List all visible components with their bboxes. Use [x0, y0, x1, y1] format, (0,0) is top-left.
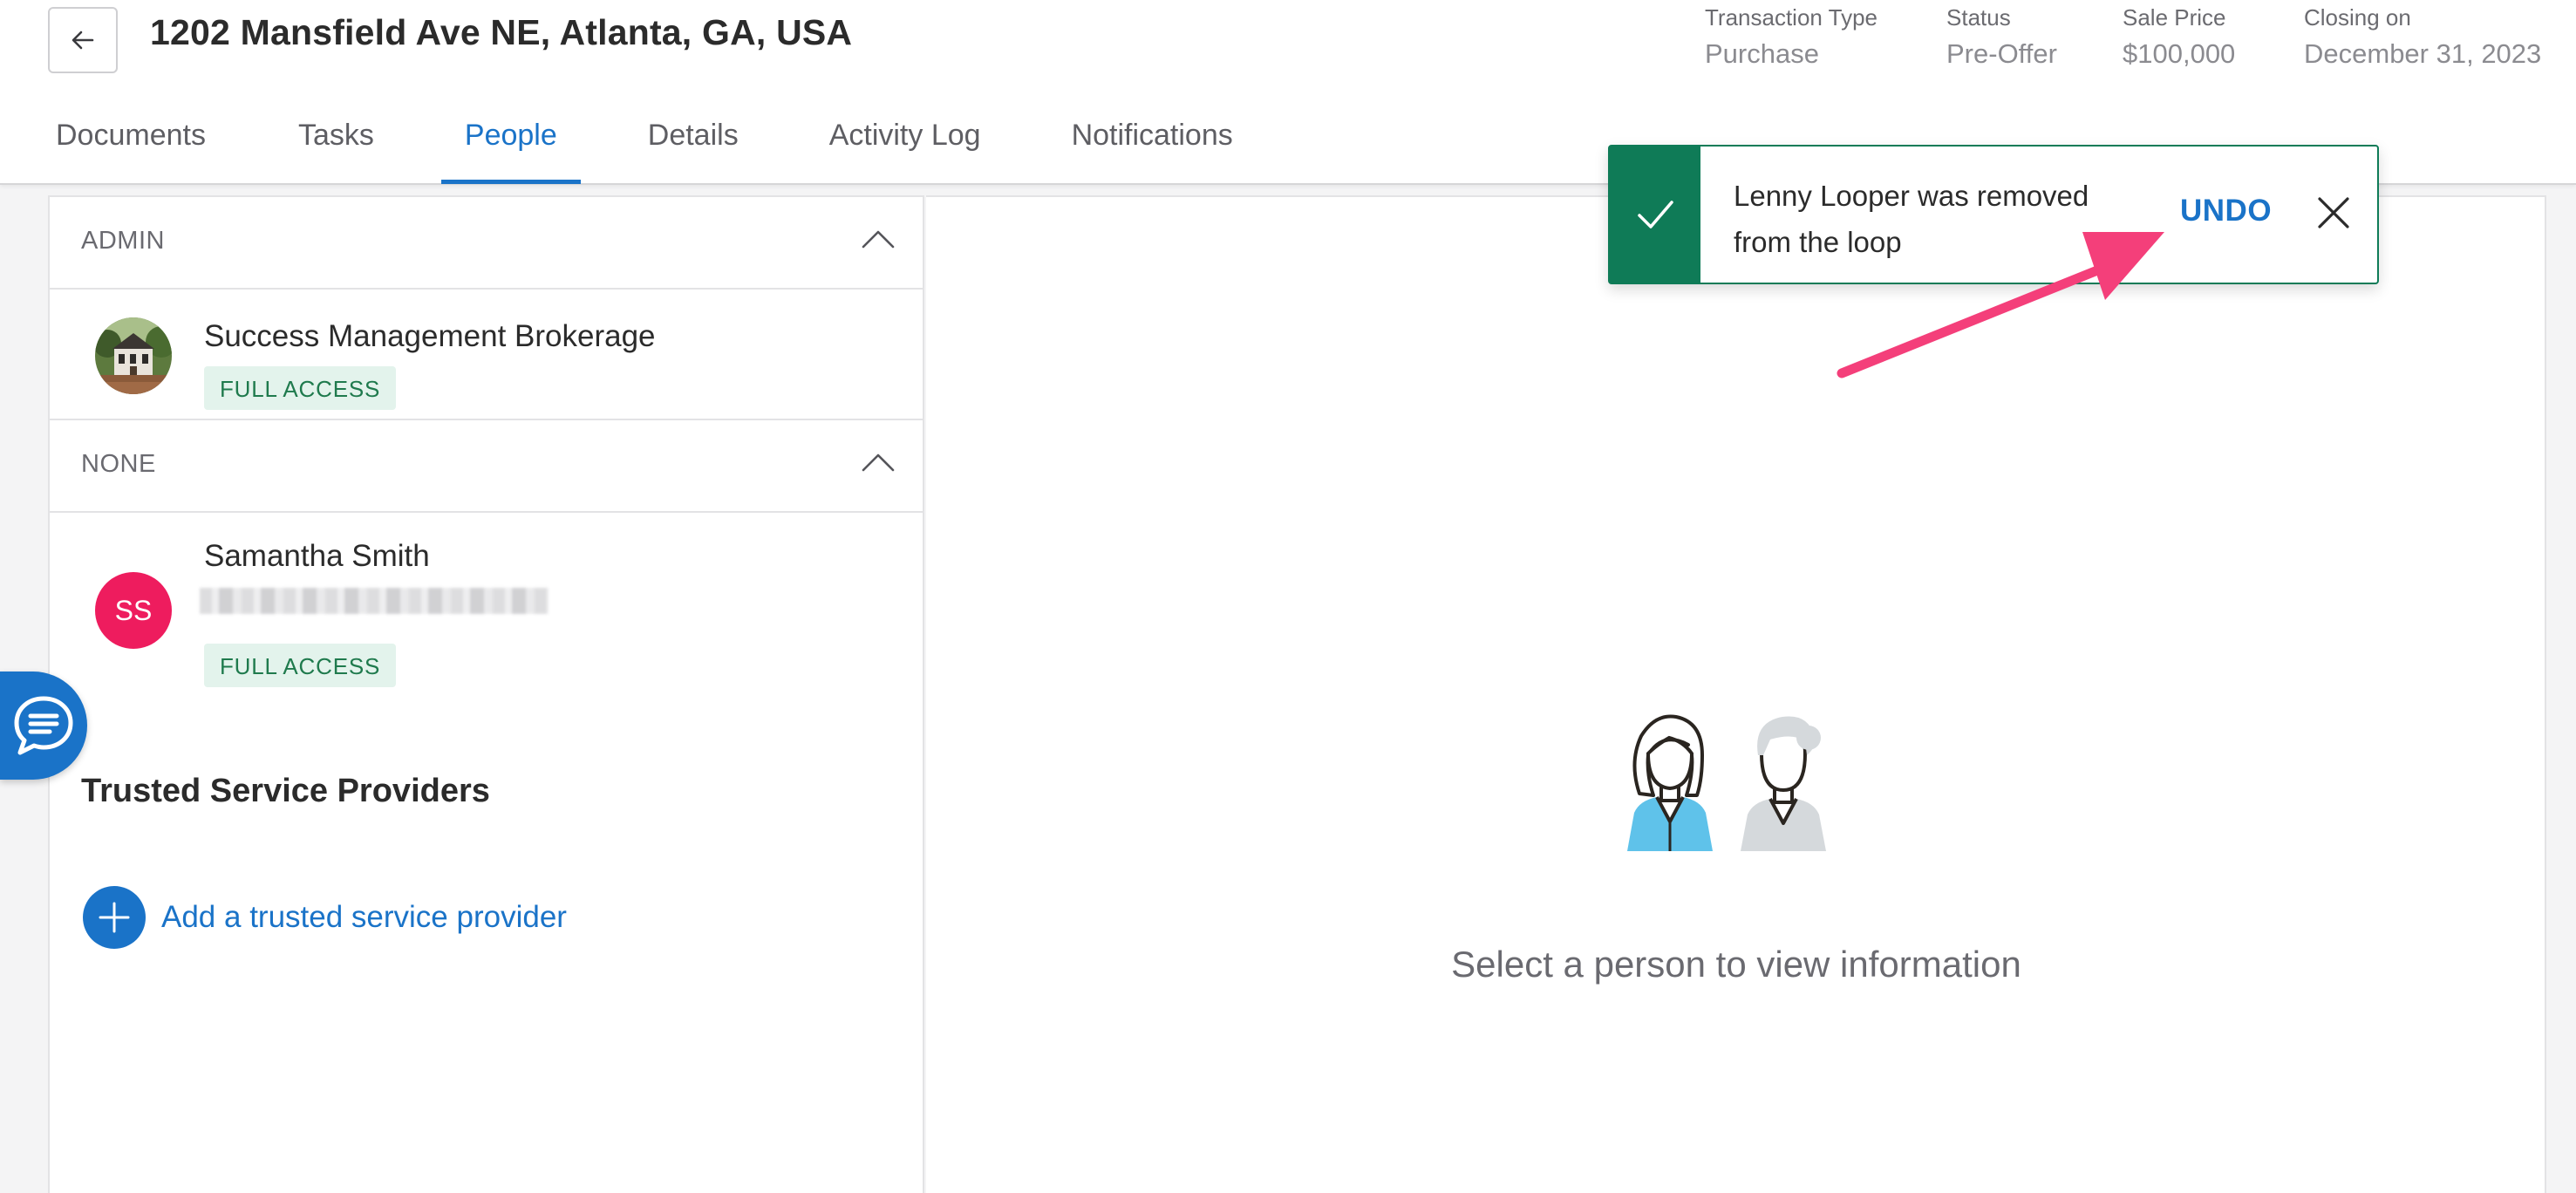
brokerage-photo-icon — [95, 317, 172, 394]
meta-label: Sale Price — [2123, 4, 2226, 31]
meta-status: Status Pre-Offer — [1946, 2, 2057, 75]
meta-value: Purchase — [1705, 38, 1819, 69]
toast-message: Lenny Looper was removed from the loop — [1734, 180, 2089, 258]
meta-closing-date: Closing on December 31, 2023 — [2304, 2, 2541, 75]
check-icon — [1610, 147, 1700, 283]
access-badge: FULL ACCESS — [204, 366, 397, 410]
section-header-admin[interactable]: ADMIN — [50, 197, 923, 290]
arrow-left-icon — [72, 31, 94, 50]
tab-documents[interactable]: Documents — [56, 105, 206, 183]
add-trusted-provider-button[interactable]: Add a trusted service provider — [83, 886, 567, 949]
avatar — [95, 317, 172, 394]
tab-bar: Documents Tasks People Details Activity … — [56, 105, 1233, 184]
add-provider-label[interactable]: Add a trusted service provider — [161, 900, 567, 935]
meta-transaction-type: Transaction Type Purchase — [1705, 2, 1877, 75]
tab-tasks[interactable]: Tasks — [298, 105, 374, 183]
avatar: SS — [95, 572, 172, 649]
section-title: ADMIN — [81, 227, 165, 255]
chat-icon[interactable] — [10, 692, 78, 760]
empty-state-message: Select a person to view information — [1451, 944, 2021, 985]
section-header-none[interactable]: NONE — [50, 420, 923, 513]
person-name: Success Management Brokerage — [204, 319, 656, 353]
tab-notifications[interactable]: Notifications — [1072, 105, 1233, 183]
person-row-success-management[interactable]: Success Management Brokerage FULL ACCESS — [50, 290, 923, 420]
meta-label: Transaction Type — [1705, 4, 1877, 31]
person-detail-panel — [926, 195, 2546, 1193]
tab-activity-log[interactable]: Activity Log — [829, 105, 981, 183]
meta-value: December 31, 2023 — [2304, 38, 2542, 69]
meta-label: Closing on — [2304, 4, 2411, 31]
tab-people[interactable]: People — [440, 105, 581, 184]
meta-sale-price: Sale Price $100,000 — [2123, 2, 2235, 75]
removal-toast: Lenny Looper was removed from the loop U… — [1608, 145, 2379, 284]
meta-value: $100,000 — [2123, 38, 2236, 69]
tab-details[interactable]: Details — [648, 105, 739, 183]
access-badge: FULL ACCESS — [204, 644, 397, 687]
people-list-panel: ADMIN Success Management Brokerage FULL … — [48, 195, 924, 1193]
page-title: 1202 Mansfield Ave NE, Atlanta, GA, USA — [150, 12, 853, 52]
chevron-up-icon[interactable] — [862, 452, 895, 473]
undo-button[interactable]: UNDO — [2180, 194, 2272, 228]
back-button[interactable] — [48, 7, 118, 73]
plus-icon[interactable] — [83, 886, 146, 949]
chevron-up-icon[interactable] — [862, 228, 895, 249]
close-icon[interactable] — [2314, 194, 2353, 232]
redacted-email — [200, 588, 549, 614]
section-title: NONE — [81, 450, 156, 478]
people-illustration-icon — [1622, 710, 1849, 862]
meta-value: Pre-Offer — [1946, 38, 2057, 69]
person-name: Samantha Smith — [204, 539, 430, 573]
meta-label: Status — [1946, 4, 2011, 31]
trusted-providers-heading: Trusted Service Providers — [81, 773, 490, 809]
